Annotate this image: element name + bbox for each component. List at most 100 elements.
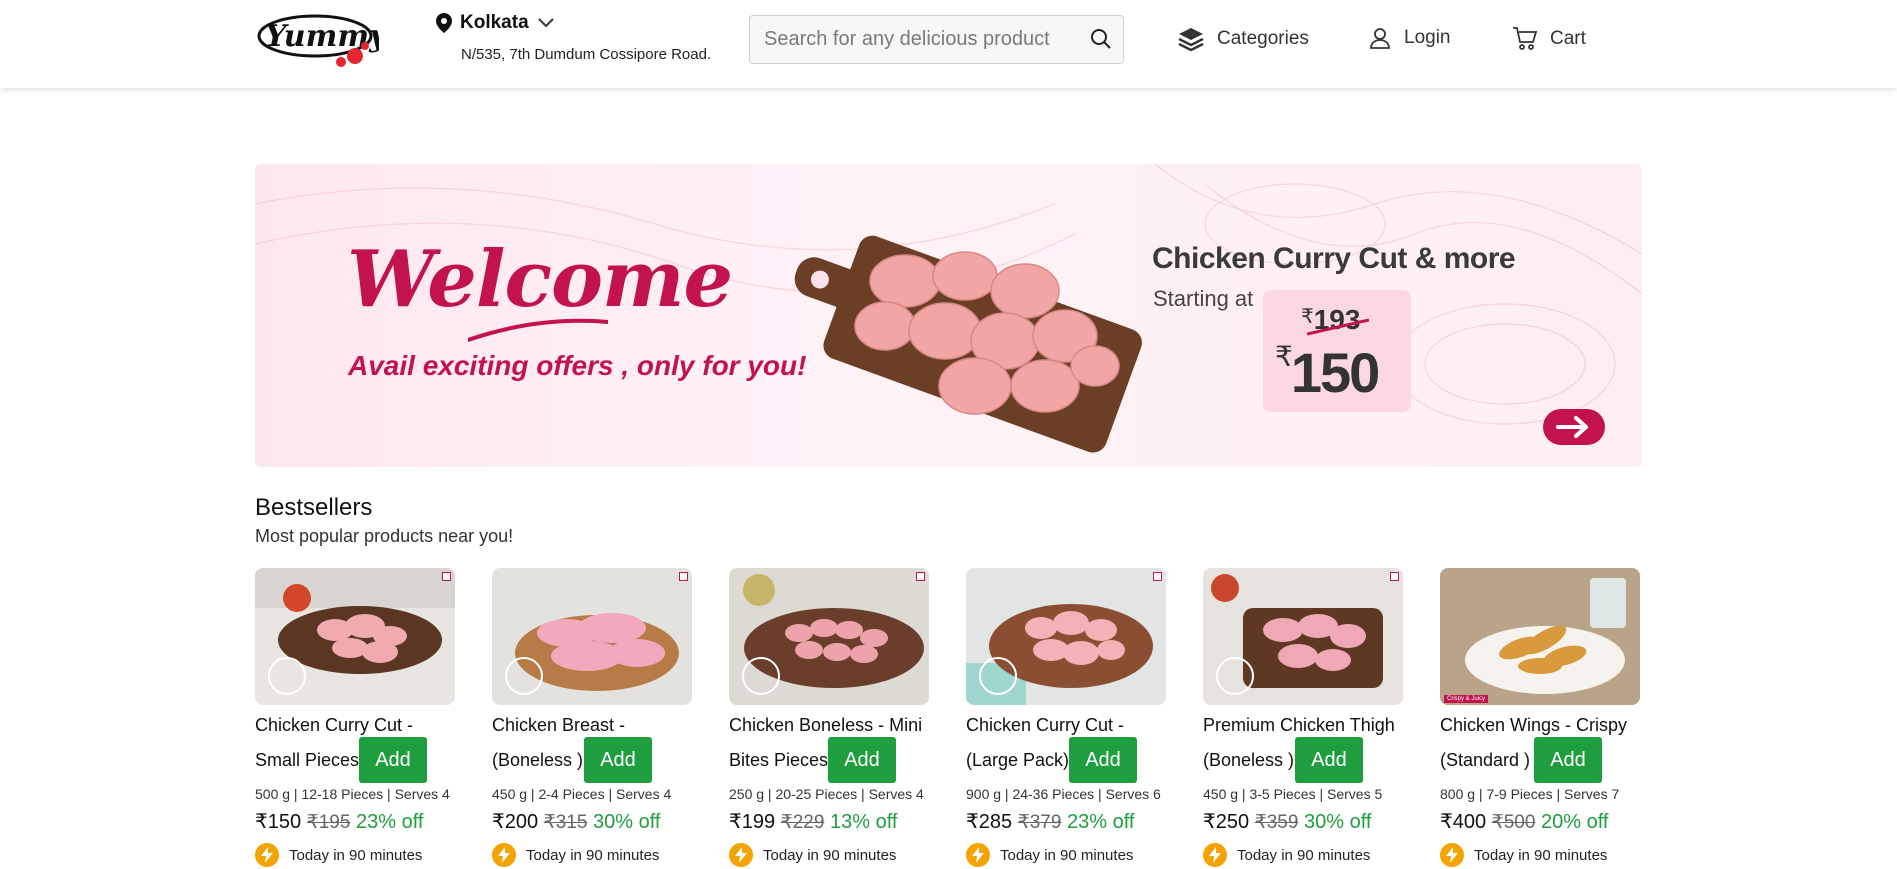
delivery-info: Today in 90 minutes — [255, 843, 422, 867]
product-mrp: ₹229 — [780, 812, 825, 833]
nav-cart[interactable]: Cart — [1512, 26, 1586, 52]
brand-logo[interactable]: Yummy! — [255, 6, 400, 72]
banner-arrow-button[interactable] — [1543, 409, 1605, 445]
nav-cart-label: Cart — [1550, 28, 1586, 49]
product-price: ₹285 — [966, 811, 1013, 833]
product-discount: 20% off — [1541, 811, 1609, 833]
user-icon — [1370, 28, 1390, 49]
delivery-info: Today in 90 minutes — [1440, 843, 1607, 867]
product-price: ₹250 — [1203, 811, 1250, 833]
offer-title: Chicken Curry Cut & more — [1152, 242, 1516, 275]
logo-text: Yummy! — [265, 19, 379, 54]
delivery-info: Today in 90 minutes — [492, 843, 659, 867]
offer-price-box: ₹193 ₹150 — [1263, 290, 1411, 412]
top-header: Yummy! Kolkata N/535, 7th Dumdum Cossipo… — [0, 0, 1897, 88]
product-price: ₹150 — [255, 811, 302, 833]
banner-tagline: Avail exciting offers , only for you! — [348, 350, 807, 381]
product-prices: ₹150 ₹195 23% off — [255, 809, 423, 834]
price-strike-line — [1307, 318, 1369, 336]
product-meta: 900 g | 24-36 Pieces | Serves 6 — [966, 786, 1161, 802]
delivery-text: Today in 90 minutes — [526, 846, 660, 864]
cart-icon — [1513, 27, 1538, 50]
product-discount: 30% off — [593, 811, 661, 833]
product-image[interactable] — [966, 568, 1166, 705]
product-image[interactable]: Crispy & Juicy — [1440, 568, 1640, 705]
logo-graphic: Yummy! — [257, 14, 400, 67]
delivery-text: Today in 90 minutes — [1000, 846, 1134, 864]
welcome-underline — [468, 318, 608, 342]
product-meta: 450 g | 3-5 Pieces | Serves 5 — [1203, 786, 1383, 802]
product-image[interactable] — [492, 568, 692, 705]
product-meta: 500 g | 12-18 Pieces | Serves 4 — [255, 786, 450, 802]
product-mrp: ₹195 — [306, 812, 351, 833]
product-card[interactable]: Chicken Breast - (Boneless ) Add 450 g |… — [492, 568, 692, 869]
bolt-icon — [1440, 843, 1464, 867]
bolt-icon — [255, 843, 279, 867]
bolt-icon — [729, 843, 753, 867]
product-card[interactable]: Chicken Boneless - Mini Bites Pieces Add… — [729, 568, 929, 869]
product-image[interactable] — [729, 568, 929, 705]
product-prices: ₹285 ₹379 23% off — [966, 809, 1134, 834]
delivery-info: Today in 90 minutes — [729, 843, 896, 867]
offer-new-price: ₹150 — [1275, 340, 1380, 405]
nav-login[interactable]: Login — [1368, 26, 1451, 50]
offer-starting-at: Starting at — [1153, 286, 1254, 311]
search-input[interactable] — [750, 28, 1070, 51]
product-card[interactable]: Chicken Curry Cut - Small Pieces Add 500… — [255, 568, 455, 869]
bestsellers-subtitle: Most popular products near you! — [255, 526, 514, 546]
add-button[interactable]: Add — [584, 737, 652, 783]
welcome-banner[interactable]: Welcome Avail exciting offers , only for… — [255, 164, 1642, 467]
product-meta: 450 g | 2-4 Pieces | Serves 4 — [492, 786, 672, 802]
bolt-icon — [966, 843, 990, 867]
offer-currency-new: ₹ — [1275, 341, 1293, 372]
add-button[interactable]: Add — [828, 737, 896, 783]
product-card[interactable]: Chicken Curry Cut - (Large Pack) Add 900… — [966, 568, 1166, 869]
product-price: ₹200 — [492, 811, 539, 833]
arrow-right-icon — [1556, 416, 1588, 438]
add-button[interactable]: Add — [1069, 737, 1137, 783]
veg-nonveg-badge — [442, 572, 451, 581]
product-meta: 250 g | 20-25 Pieces | Serves 4 — [729, 786, 924, 802]
product-list: Chicken Curry Cut - Small Pieces Add 500… — [255, 568, 1640, 869]
bestsellers-title: Bestsellers — [255, 494, 373, 521]
bolt-icon — [492, 843, 516, 867]
product-mrp: ₹500 — [1491, 812, 1536, 833]
product-mrp: ₹315 — [543, 812, 588, 833]
chevron-down-icon[interactable] — [537, 17, 555, 29]
product-price: ₹199 — [729, 811, 776, 833]
delivery-text: Today in 90 minutes — [1237, 846, 1371, 864]
product-image[interactable] — [255, 568, 455, 705]
layers-icon — [1178, 28, 1204, 52]
product-prices: ₹250 ₹359 30% off — [1203, 809, 1371, 834]
delivery-text: Today in 90 minutes — [1474, 846, 1608, 864]
product-image[interactable] — [1203, 568, 1403, 705]
location-city: Kolkata — [460, 12, 529, 33]
product-card[interactable]: Premium Chicken Thigh (Boneless ) Add 45… — [1203, 568, 1403, 869]
product-tag: Crispy & Juicy — [1444, 695, 1489, 703]
add-button[interactable]: Add — [1295, 737, 1363, 783]
product-mrp: ₹379 — [1017, 812, 1062, 833]
veg-nonveg-badge — [916, 572, 925, 581]
add-button[interactable]: Add — [1534, 737, 1602, 783]
banner-welcome: Welcome — [347, 234, 733, 325]
search-icon[interactable] — [1089, 27, 1113, 51]
nav-categories[interactable]: Categories — [1177, 26, 1309, 52]
chicken-board-image — [794, 235, 1142, 453]
product-discount: 13% off — [830, 811, 898, 833]
product-prices: ₹199 ₹229 13% off — [729, 809, 897, 834]
add-button[interactable]: Add — [359, 737, 427, 783]
veg-nonveg-badge — [1153, 572, 1162, 581]
location-selector[interactable]: Kolkata N/535, 7th Dumdum Cossipore Road… — [436, 12, 711, 63]
delivery-text: Today in 90 minutes — [289, 846, 423, 864]
product-prices: ₹200 ₹315 30% off — [492, 809, 660, 834]
location-pin-icon — [436, 13, 452, 33]
product-discount: 30% off — [1304, 811, 1372, 833]
search-bar — [749, 15, 1124, 64]
product-mrp: ₹359 — [1254, 812, 1299, 833]
veg-nonveg-badge — [1390, 572, 1399, 581]
offer-new-price-value: 150 — [1290, 341, 1380, 404]
nav-login-label: Login — [1404, 27, 1451, 48]
product-card[interactable]: Crispy & Juicy Chicken Wings - Crispy (S… — [1440, 568, 1640, 869]
location-address: N/535, 7th Dumdum Cossipore Road. — [461, 46, 712, 63]
veg-nonveg-badge — [679, 572, 688, 581]
